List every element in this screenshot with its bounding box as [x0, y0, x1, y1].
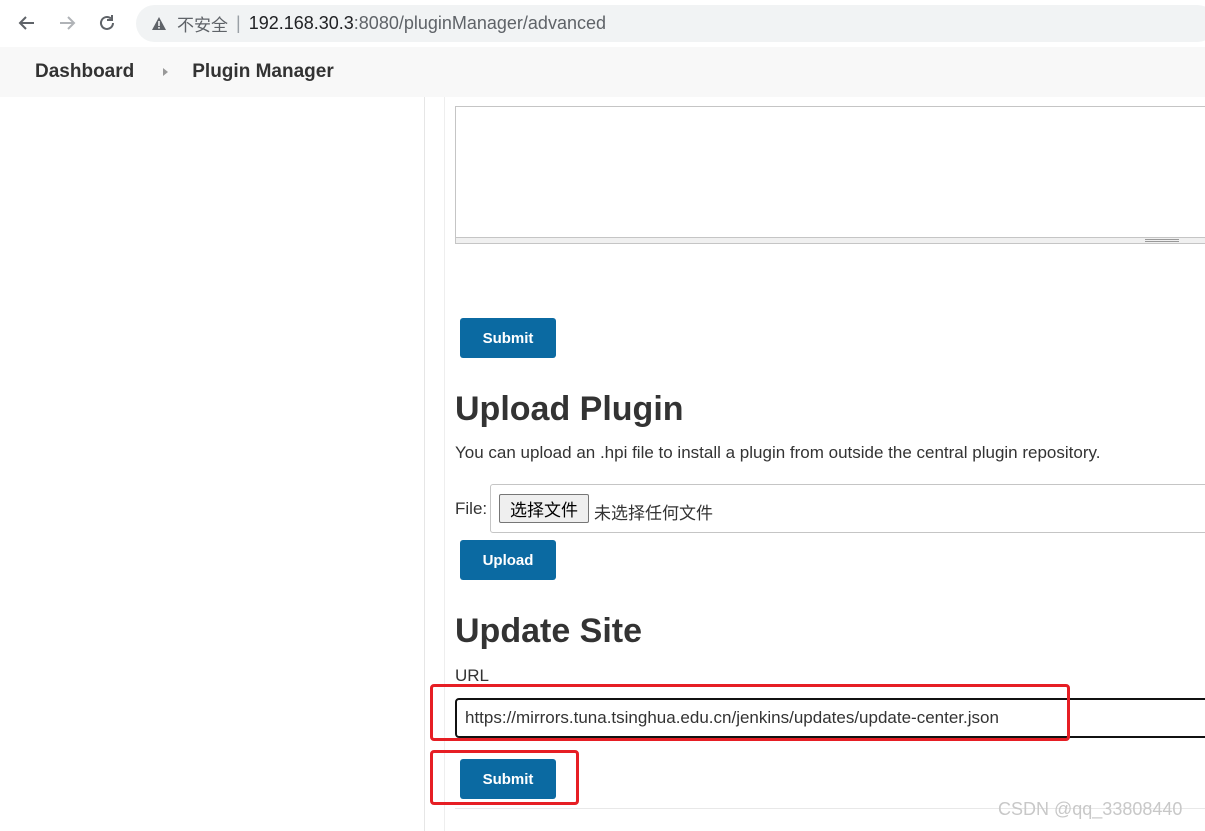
proxy-textarea[interactable] — [455, 106, 1205, 244]
resize-grip-icon[interactable] — [1145, 239, 1179, 242]
submit-highlight-box — [430, 750, 579, 805]
warning-icon — [152, 16, 166, 30]
upload-plugin-heading: Upload Plugin — [455, 390, 684, 428]
url-separator: | — [236, 13, 241, 33]
proxy-submit-button[interactable]: Submit — [460, 318, 556, 358]
url-highlight-box — [430, 684, 1070, 741]
url-path: :8080/pluginManager/advanced — [353, 13, 606, 33]
insecure-label: 不安全 — [177, 16, 228, 35]
choose-file-button[interactable]: 选择文件 — [499, 494, 589, 523]
url-host: 192.168.30.3 — [248, 13, 354, 33]
url-label: URL — [455, 666, 490, 685]
forward-button[interactable] — [53, 9, 81, 37]
no-file-text: 未选择任何文件 — [594, 504, 713, 524]
back-button[interactable] — [13, 9, 41, 37]
breadcrumb-plugin-manager[interactable]: Plugin Manager — [192, 61, 333, 83]
textarea-scrollbar[interactable] — [455, 237, 1205, 244]
arrow-right-icon — [60, 16, 76, 30]
breadcrumb-dashboard[interactable]: Dashboard — [35, 61, 134, 83]
reload-button[interactable] — [93, 9, 121, 37]
arrow-left-icon — [18, 16, 34, 30]
address-bar[interactable]: 不安全 | 192.168.30.3:8080/pluginManager/ad… — [136, 5, 1205, 42]
watermark: CSDN @qq_33808440 — [998, 799, 1183, 819]
file-label: File: — [455, 499, 488, 518]
browser-toolbar: 不安全 | 192.168.30.3:8080/pluginManager/ad… — [0, 0, 1205, 47]
chevron-right-icon — [163, 68, 169, 76]
reload-icon — [100, 15, 114, 30]
sidebar — [0, 97, 425, 831]
breadcrumb: Dashboard Plugin Manager — [0, 47, 1205, 97]
upload-button[interactable]: Upload — [460, 540, 556, 580]
update-site-heading: Update Site — [455, 612, 643, 650]
upload-description: You can upload an .hpi file to install a… — [455, 443, 1101, 462]
